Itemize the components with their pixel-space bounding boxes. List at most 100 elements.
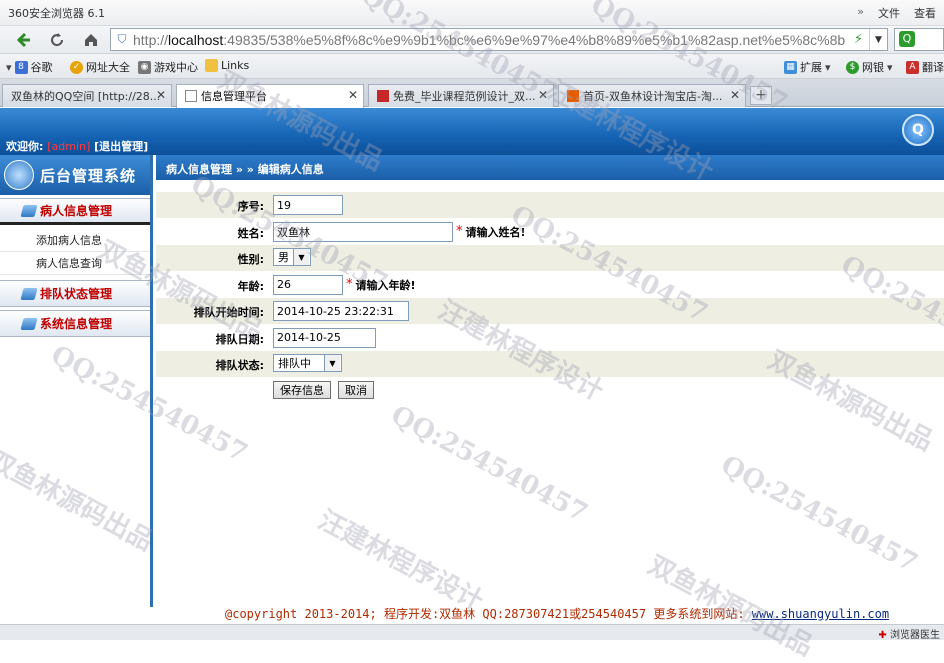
compass-icon: ✓: [70, 60, 83, 74]
chevron-down-icon: ▼: [324, 355, 340, 371]
shield-icon: ⛉: [117, 32, 127, 46]
address-bar[interactable]: ⛉ http://localhost:49835/538%e5%8f%8c%e9…: [110, 28, 888, 51]
search-engine-icon[interactable]: Q: [899, 31, 915, 47]
tab-taobao-store[interactable]: 首页-双鱼林设计淘宝店-淘... ✕: [558, 84, 746, 107]
translate-icon: A: [906, 60, 919, 74]
page-content: 欢迎你: [admin] [退出管理] Q 后台管理系统 病人信息管理 添加病人…: [0, 108, 944, 628]
form-row-date: 排队日期:: [156, 325, 944, 351]
gender-label: 性别:: [237, 253, 264, 266]
google-icon: 8: [14, 60, 28, 74]
folder-icon: [20, 287, 38, 300]
admin-header: 欢迎你: [admin] [退出管理] Q: [0, 108, 944, 155]
form-row-start-time: 排队开始时间:: [156, 298, 944, 325]
footer-site-link[interactable]: www.shuangyulin.com: [752, 607, 889, 621]
queue-status-label: 排队状态:: [215, 359, 264, 372]
age-input[interactable]: [273, 274, 343, 295]
name-input[interactable]: [273, 221, 453, 242]
home-icon[interactable]: [78, 28, 104, 52]
fav-google[interactable]: ▾ 8 谷歌: [6, 59, 53, 75]
cancel-button[interactable]: 取消: [338, 380, 374, 399]
browser-top-menu: » 文件 查看: [857, 5, 936, 21]
address-dropdown-icon[interactable]: ▼: [869, 29, 887, 50]
chevron-down-icon: ▼: [293, 249, 309, 265]
browser-app-title: 360安全浏览器 6.1: [8, 7, 105, 20]
sidebar: 后台管理系统 病人信息管理 添加病人信息 病人信息查询 排队状态管理 系统信息管…: [0, 155, 153, 607]
folder-icon: [205, 59, 218, 72]
breadcrumb: 病人信息管理 » » 编辑病人信息: [166, 163, 324, 176]
tab-close-icon[interactable]: ✕: [156, 88, 166, 102]
logo-icon: Q: [902, 114, 934, 146]
back-arrow-icon[interactable]: [10, 28, 36, 52]
menu-file[interactable]: 文件: [878, 5, 900, 21]
tab-close-icon[interactable]: ✕: [538, 88, 548, 102]
current-user: [admin]: [47, 140, 91, 153]
new-tab-button[interactable]: +: [750, 86, 772, 105]
sidebar-submenu-patient: 添加病人信息 病人信息查询: [0, 225, 150, 277]
fav-extensions[interactable]: ▦ 扩展 ▾: [784, 59, 831, 75]
brand-icon: [4, 160, 34, 190]
breadcrumb-bar: 病人信息管理 » » 编辑病人信息: [156, 155, 944, 180]
sidebar-group-queue[interactable]: 排队状态管理: [0, 280, 150, 307]
search-box[interactable]: Q: [894, 28, 944, 51]
edit-patient-form: 序号: 姓名: *请输入姓名! 性别: 男▼ 年龄: *请输入年龄! 排队开始时…: [156, 192, 944, 404]
form-row-id: 序号:: [156, 192, 944, 219]
lightning-icon[interactable]: ⚡: [854, 32, 863, 47]
folder-icon: [20, 317, 38, 330]
menu-view[interactable]: 查看: [914, 5, 936, 21]
tab-close-icon[interactable]: ✕: [730, 88, 740, 102]
fav-url-directory[interactable]: ✓ 网址大全: [70, 59, 130, 75]
browser-nav-bar: ⛉ http://localhost:49835/538%e5%8f%8c%e9…: [0, 26, 944, 54]
name-hint: 请输入姓名!: [465, 225, 526, 239]
tab-qq-space[interactable]: 双鱼林的QQ空间 [http://28... ✕: [2, 84, 172, 107]
address-url[interactable]: http://localhost:49835/538%e5%8f%8c%e9%9…: [133, 32, 845, 48]
page-footer: @copyright 2013-2014; 程序开发:双鱼林 QQ:287307…: [225, 605, 889, 622]
form-row-gender: 性别: 男 ▼: [156, 245, 944, 272]
doctor-icon: ✚: [878, 630, 887, 641]
queue-date-label: 排队日期:: [215, 332, 264, 346]
required-mark: *: [346, 277, 353, 292]
sidebar-brand: 后台管理系统: [0, 155, 150, 195]
welcome-text: 欢迎你: [admin] [退出管理]: [6, 140, 149, 153]
logout-link[interactable]: [退出管理]: [94, 140, 148, 153]
start-time-input[interactable]: [273, 301, 409, 321]
queue-date-input[interactable]: [273, 327, 376, 348]
fav-game-center[interactable]: ◉ 游戏中心: [138, 59, 198, 75]
sidebar-item-add-patient[interactable]: 添加病人信息: [0, 229, 150, 252]
gamepad-icon: ◉: [138, 60, 151, 74]
gender-select[interactable]: 男 ▼: [273, 248, 311, 266]
tab-bar: 双鱼林的QQ空间 [http://28... ✕ 信息管理平台 ✕ 免费_毕业课程范…: [0, 79, 944, 108]
sidebar-group-patient[interactable]: 病人信息管理: [0, 198, 150, 225]
extensions-icon: ▦: [784, 60, 797, 74]
age-label: 年龄:: [237, 279, 264, 293]
favorites-bar: ▾ 8 谷歌 ✓ 网址大全 ◉ 游戏中心 Links ▦ 扩展 ▾ $ 网银 ▾ A 翻译: [0, 54, 944, 79]
browser-title-bar: 360安全浏览器 6.1 » 文件 查看: [0, 0, 944, 26]
form-row-actions: 保存信息 取消: [156, 378, 944, 404]
fav-links[interactable]: Links: [205, 59, 249, 72]
start-time-label: 排队开始时间:: [193, 306, 264, 319]
browser-status-bar: ✚ 浏览器医生: [0, 624, 944, 641]
sidebar-item-query-patient[interactable]: 病人信息查询: [0, 252, 150, 275]
site-favicon: [377, 90, 389, 102]
save-button[interactable]: 保存信息: [273, 380, 331, 399]
form-row-name: 姓名: *请输入姓名!: [156, 219, 944, 245]
chevron-icon: ▾: [6, 60, 12, 74]
copyright-text: @copyright 2013-2014; 程序开发:双鱼林 QQ:287307…: [225, 607, 745, 621]
browser-doctor[interactable]: ✚ 浏览器医生: [878, 626, 940, 641]
sidebar-group-system[interactable]: 系统信息管理: [0, 310, 150, 337]
age-hint: 请输入年龄!: [355, 278, 416, 292]
form-row-age: 年龄: *请输入年龄!: [156, 272, 944, 298]
id-input[interactable]: [273, 195, 343, 215]
name-label: 姓名:: [237, 226, 264, 240]
tab-info-platform[interactable]: 信息管理平台 ✕: [176, 84, 364, 108]
fav-banking[interactable]: $ 网银 ▾: [846, 59, 893, 75]
bank-icon: $: [846, 60, 859, 74]
tab-close-icon[interactable]: ✕: [348, 88, 358, 102]
tab-free-course[interactable]: 免费_毕业课程范例设计_双... ✕: [368, 84, 554, 107]
refresh-icon[interactable]: [44, 28, 70, 52]
fav-translate[interactable]: A 翻译: [906, 59, 944, 75]
menu-overflow-chevron[interactable]: »: [857, 5, 864, 21]
folder-icon: [20, 204, 38, 217]
id-label: 序号:: [237, 200, 264, 213]
required-mark: *: [456, 224, 463, 239]
queue-status-select[interactable]: 排队中 ▼: [273, 354, 342, 372]
